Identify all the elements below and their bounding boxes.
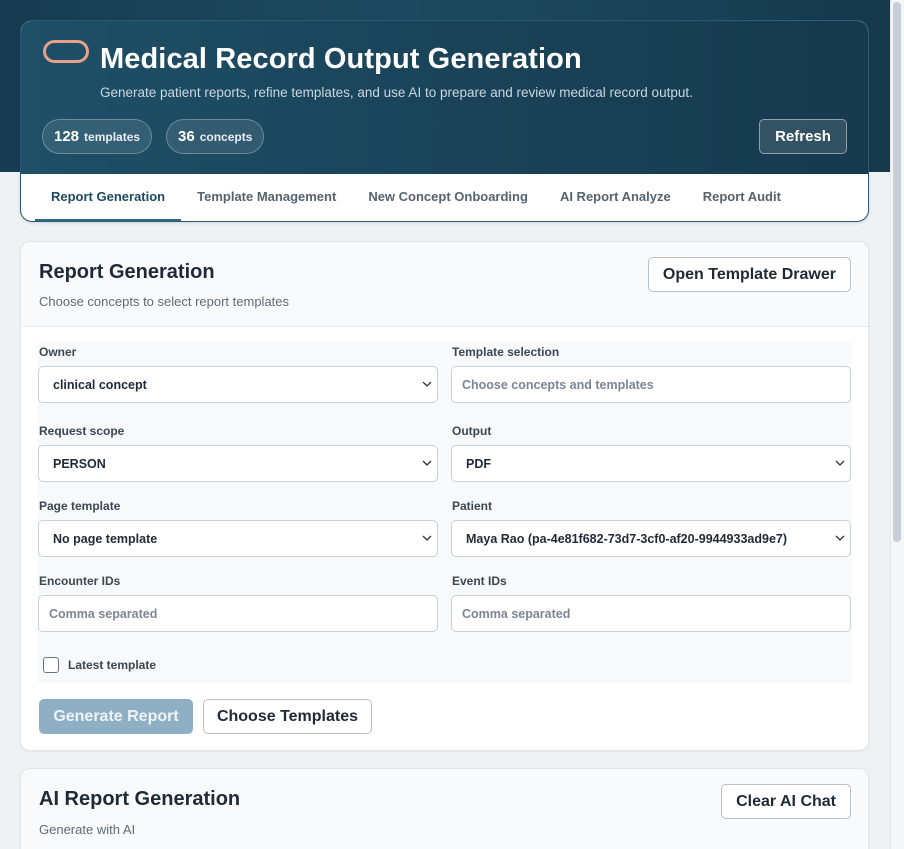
refresh-button[interactable]: Refresh bbox=[759, 119, 847, 154]
chevron-down-icon bbox=[422, 381, 432, 387]
page-template-select[interactable]: No page template bbox=[38, 520, 438, 557]
template-selection-label: Template selection bbox=[452, 345, 560, 359]
ai-report-generation-card: AI Report Generation Generate with AI Cl… bbox=[20, 768, 869, 849]
templates-count-label: templates bbox=[84, 129, 141, 144]
chevron-down-icon bbox=[422, 535, 432, 541]
event-ids-placeholder: Comma separated bbox=[462, 606, 571, 621]
concepts-count-badge: 36 concepts bbox=[166, 119, 265, 154]
chevron-down-icon bbox=[835, 460, 845, 466]
page: Medical Record Output Generation Generat… bbox=[0, 0, 904, 849]
output-label: Output bbox=[452, 424, 492, 438]
tab-report-generation[interactable]: Report Generation bbox=[35, 174, 182, 221]
owner-label: Owner bbox=[39, 345, 77, 359]
output-value: PDF bbox=[466, 456, 491, 471]
patient-select[interactable]: Maya Rao (pa-4e81f682-73d7-3cf0-af20-994… bbox=[451, 520, 851, 557]
encounter-ids-label: Encounter IDs bbox=[39, 574, 121, 588]
tab-report-audit[interactable]: Report Audit bbox=[687, 174, 797, 221]
tab-template-management[interactable]: Template Management bbox=[181, 174, 352, 221]
tab-new-concept-onboarding[interactable]: New Concept Onboarding bbox=[352, 174, 544, 221]
templates-count: 128 bbox=[54, 128, 80, 145]
event-ids-label: Event IDs bbox=[452, 574, 507, 588]
report-generation-card: Report Generation Choose concepts to sel… bbox=[20, 241, 869, 751]
app-subtitle: Generate patient reports, refine templat… bbox=[100, 85, 693, 100]
template-selection-placeholder: Choose concepts and templates bbox=[462, 377, 654, 392]
tab-ai-report-analyze[interactable]: AI Report Analyze bbox=[544, 174, 687, 221]
app-header-card: Medical Record Output Generation Generat… bbox=[20, 20, 869, 222]
main-tabs: Report Generation Template Management Ne… bbox=[21, 174, 868, 221]
concepts-count-label: concepts bbox=[199, 129, 253, 144]
page-scrollbar[interactable] bbox=[890, 0, 904, 849]
output-select[interactable]: PDF bbox=[451, 445, 851, 482]
request-scope-label: Request scope bbox=[39, 424, 125, 438]
template-selection-input[interactable]: Choose concepts and templates bbox=[451, 366, 851, 403]
report-generation-title: Report Generation bbox=[39, 261, 215, 283]
encounter-ids-input[interactable]: Comma separated bbox=[38, 595, 438, 632]
latest-template-row: Latest template bbox=[43, 657, 156, 673]
app-logo-icon bbox=[43, 40, 89, 63]
chevron-down-icon bbox=[835, 535, 845, 541]
page-template-label: Page template bbox=[39, 499, 121, 513]
clear-ai-chat-button[interactable]: Clear AI Chat bbox=[721, 784, 851, 819]
patient-label: Patient bbox=[452, 499, 493, 513]
latest-template-checkbox[interactable] bbox=[43, 657, 59, 673]
report-generation-header: Report Generation Choose concepts to sel… bbox=[21, 242, 868, 327]
ai-report-generation-title: AI Report Generation bbox=[39, 788, 241, 810]
latest-template-label: Latest template bbox=[68, 658, 157, 672]
request-scope-select[interactable]: PERSON bbox=[38, 445, 438, 482]
choose-templates-button[interactable]: Choose Templates bbox=[203, 699, 372, 734]
owner-select[interactable]: clinical concept bbox=[38, 366, 438, 403]
page-template-value: No page template bbox=[53, 531, 158, 546]
owner-value: clinical concept bbox=[53, 377, 147, 392]
scrollbar-thumb[interactable] bbox=[893, 2, 901, 542]
ai-report-generation-header: AI Report Generation Generate with AI Cl… bbox=[21, 769, 868, 849]
concepts-count: 36 bbox=[178, 128, 195, 145]
app-title: Medical Record Output Generation bbox=[100, 43, 582, 75]
patient-value: Maya Rao (pa-4e81f682-73d7-3cf0-af20-994… bbox=[466, 531, 788, 546]
generate-report-button[interactable]: Generate Report bbox=[39, 699, 193, 734]
event-ids-input[interactable]: Comma separated bbox=[451, 595, 851, 632]
open-template-drawer-button[interactable]: Open Template Drawer bbox=[647, 257, 851, 292]
templates-count-badge: 128 templates bbox=[42, 119, 153, 154]
report-generation-subtitle: Choose concepts to select report templat… bbox=[39, 294, 290, 309]
app-header: Medical Record Output Generation Generat… bbox=[21, 21, 868, 174]
encounter-ids-placeholder: Comma separated bbox=[49, 606, 158, 621]
ai-report-generation-subtitle: Generate with AI bbox=[39, 822, 136, 837]
chevron-down-icon bbox=[422, 460, 432, 466]
request-scope-value: PERSON bbox=[53, 456, 106, 471]
